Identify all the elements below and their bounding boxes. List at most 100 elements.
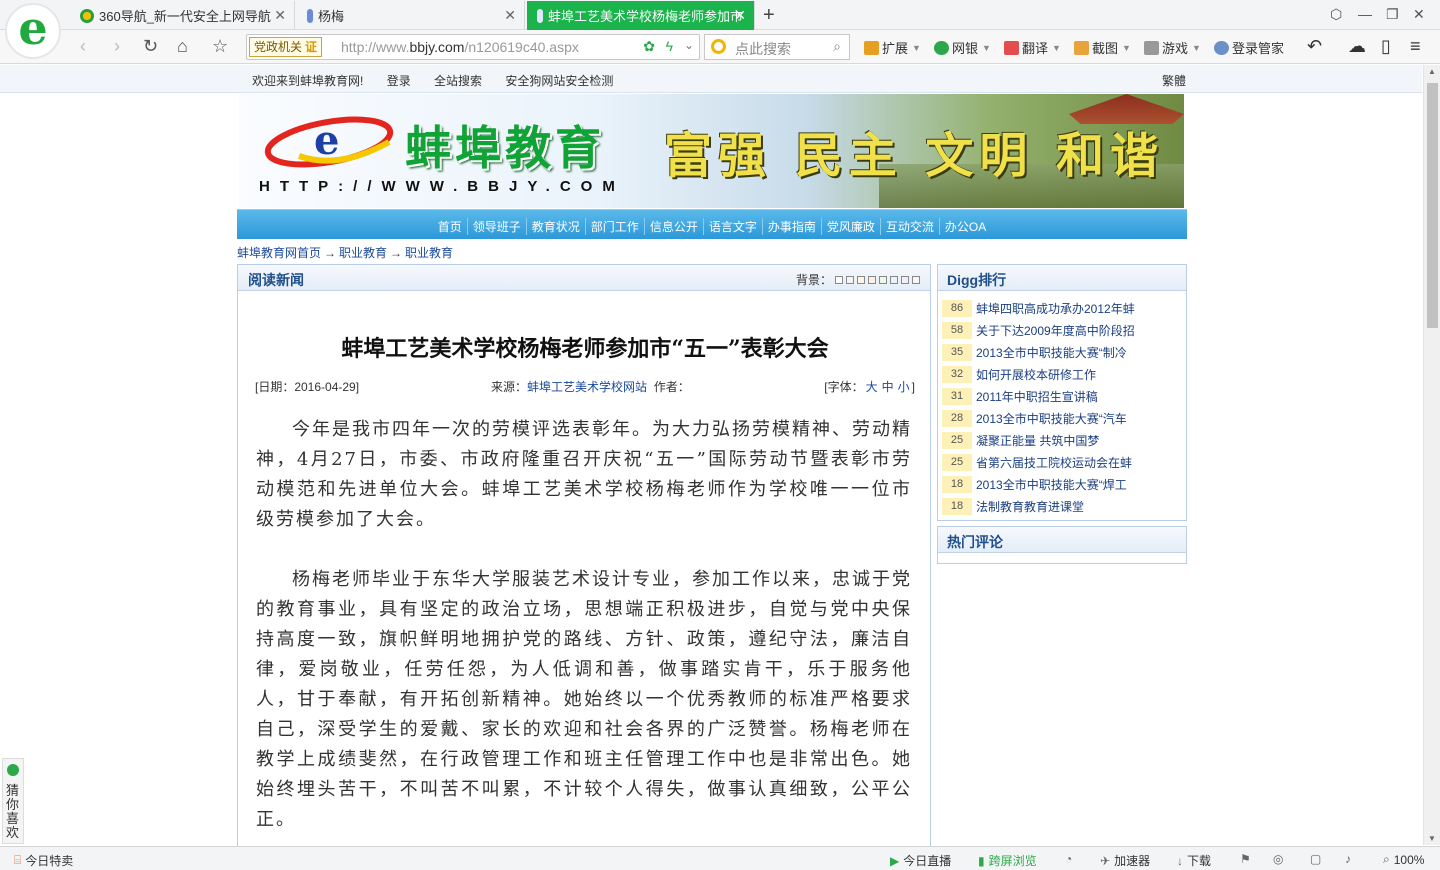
font-large-link[interactable]: 大 [866,380,878,394]
font-medium-link[interactable]: 中 [882,380,894,394]
close-window-icon[interactable]: ✕ [1413,6,1425,23]
phone-icon[interactable]: ▯ [1381,36,1391,57]
search-icon[interactable]: ⌕ [833,38,841,55]
digg-link[interactable]: 法制教育教育进课堂 [976,498,1084,515]
tab-360-nav[interactable]: 360导航_新一代安全上网导航 ✕ [70,1,295,30]
browser-logo[interactable]: e [5,3,61,59]
digg-link[interactable]: 蚌埠四职高成功承办2012年蚌 [976,300,1135,317]
guess-you-like-widget[interactable]: 猜你喜欢 [2,758,24,844]
forward-icon[interactable]: › [114,36,120,57]
new-tab-icon[interactable]: + [763,4,775,27]
scroll-up-icon[interactable]: ▲ [1428,67,1436,76]
cloud-icon[interactable]: ☁ [1348,36,1366,57]
volume-icon[interactable]: ♪ [1345,852,1355,866]
flag-icon[interactable]: ⚑ [1240,852,1255,866]
screenshot-menu[interactable]: 截图 ▼ [1074,38,1131,57]
digg-link[interactable]: 省第六届技工院校运动会在蚌 [976,454,1132,471]
digg-link[interactable]: 凝聚正能量 共筑中国梦 [976,432,1099,449]
address-bar[interactable]: 党政机关证 http://www.bbjy.com/n120619c40.asp… [246,34,700,60]
tab-active-article[interactable]: 蚌埠工艺美术学校杨梅老师参加市 ✕ [527,1,755,30]
bg-swatch[interactable] [846,275,854,284]
dropdown-icon[interactable]: ⌄ [684,38,694,52]
undo-icon[interactable]: ↶ [1307,36,1322,57]
digg-link[interactable]: 2011年中职招生宣讲稿 [976,388,1098,405]
digg-item[interactable]: 18 法制教育教育进课堂 [942,495,1186,517]
digg-link[interactable]: 2013全市中职技能大赛“汽车 [976,410,1127,427]
scroll-thumb[interactable] [1427,83,1438,328]
tab-yangmei[interactable]: 杨梅 ✕ [297,1,525,30]
refresh-icon[interactable]: ↻ [143,36,158,57]
login-link[interactable]: 登录 [387,74,411,88]
nav-education-status[interactable]: 教育状况 [525,218,585,235]
close-tab-icon[interactable]: ✕ [734,7,746,24]
digg-link[interactable]: 关于下达2009年度高中阶段招 [976,322,1135,339]
speed-mode-icon[interactable]: ϟ [666,38,673,54]
close-tab-icon[interactable]: ✕ [504,7,516,24]
daily-deals[interactable]: ⌸ 今日特卖 [14,852,73,869]
secure-icon[interactable]: ✿ [643,38,655,55]
nav-language[interactable]: 语言文字 [702,218,762,235]
digg-item[interactable]: 58 关于下达2009年度高中阶段招 [942,319,1186,341]
digg-item[interactable]: 86 蚌埠四职高成功承办2012年蚌 [942,297,1186,319]
downloads[interactable]: ↓ 下载 [1177,852,1211,869]
window-icon[interactable]: ▢ [1310,852,1325,866]
nav-integrity[interactable]: 党风廉政 [820,218,880,235]
home-icon[interactable]: ⌂ [177,36,188,57]
games-menu[interactable]: 游戏 ▼ [1144,38,1201,57]
bg-swatch[interactable] [879,275,887,284]
digg-item[interactable]: 35 2013全市中职技能大赛“制冷 [942,341,1186,363]
bg-swatch[interactable] [868,275,876,284]
nav-departments[interactable]: 部门工作 [584,218,644,235]
today-live[interactable]: ▶ 今日直播 [890,852,951,869]
digg-link[interactable]: 如何开展校本研修工作 [976,366,1096,383]
ie-mode-icon[interactable]: ◎ [1273,852,1287,866]
vertical-scrollbar[interactable]: ▲ ▼ [1423,65,1440,845]
cross-screen[interactable]: ▮ 跨屏浏览 [978,852,1037,869]
search-box[interactable]: 点此搜索 ⌕ [704,34,850,60]
digg-link[interactable]: 2013全市中职技能大赛“制冷 [976,344,1127,361]
bg-swatch[interactable] [912,275,920,284]
history-icon[interactable]: ◔ [1065,852,1076,866]
source-link[interactable]: 蚌埠工艺美术学校网站 [527,380,647,394]
digg-item[interactable]: 32 如何开展校本研修工作 [942,363,1186,385]
gov-cert-badge[interactable]: 党政机关证 [249,37,323,57]
nav-info-disclosure[interactable]: 信息公开 [643,218,703,235]
bank-menu[interactable]: 网银 ▼ [934,38,991,57]
translate-menu[interactable]: 翻译 ▼ [1004,38,1061,57]
login-manager[interactable]: 登录管家 [1214,38,1284,57]
site-search-link[interactable]: 全站搜索 [434,74,482,88]
digg-item[interactable]: 25 省第六届技工院校运动会在蚌 [942,451,1186,473]
zoom-control[interactable]: ⌕ 100% [1383,852,1424,867]
favorite-star-icon[interactable]: ☆ [212,36,228,57]
traditional-chinese-link[interactable]: 繁體 [1162,72,1186,89]
digg-item[interactable]: 25 凝聚正能量 共筑中国梦 [942,429,1186,451]
digg-item[interactable]: 28 2013全市中职技能大赛“汽车 [942,407,1186,429]
menu-icon[interactable]: ≡ [1410,36,1421,57]
scroll-down-icon[interactable]: ▼ [1428,834,1436,843]
nav-office-oa[interactable]: 办公OA [938,218,991,235]
digg-item[interactable]: 31 2011年中职招生宣讲稿 [942,385,1186,407]
search-engine-icon[interactable] [711,39,726,54]
bg-swatch[interactable] [890,275,898,284]
extension-menu[interactable]: 扩展 ▼ [864,38,921,57]
breadcrumb-level1[interactable]: 职业教育 [339,246,387,260]
nav-home[interactable]: 首页 [433,218,467,235]
accelerator[interactable]: ✈ 加速器 [1100,852,1150,869]
font-small-link[interactable]: 小 [898,380,910,394]
minimize-icon[interactable]: — [1358,6,1372,22]
breadcrumb-home[interactable]: 蚌埠教育网首页 [237,246,321,260]
bg-swatch[interactable] [835,275,843,284]
digg-link[interactable]: 2013全市中职技能大赛“焊工 [976,476,1127,493]
close-tab-icon[interactable]: ✕ [274,7,286,24]
nav-guide[interactable]: 办事指南 [761,218,821,235]
safety-check-link[interactable]: 安全狗网站安全检测 [505,74,613,88]
nav-interaction[interactable]: 互动交流 [879,218,939,235]
back-icon[interactable]: ‹ [80,36,86,57]
skin-icon[interactable]: ⬡ [1330,6,1342,23]
breadcrumb-level2[interactable]: 职业教育 [405,246,453,260]
url-text[interactable]: http://www.bbjy.com/n120619c40.aspx [341,39,579,55]
bg-swatch[interactable] [857,275,865,284]
bg-swatch[interactable] [901,275,909,284]
nav-leadership[interactable]: 领导班子 [466,218,526,235]
restore-icon[interactable]: ❐ [1386,6,1399,23]
